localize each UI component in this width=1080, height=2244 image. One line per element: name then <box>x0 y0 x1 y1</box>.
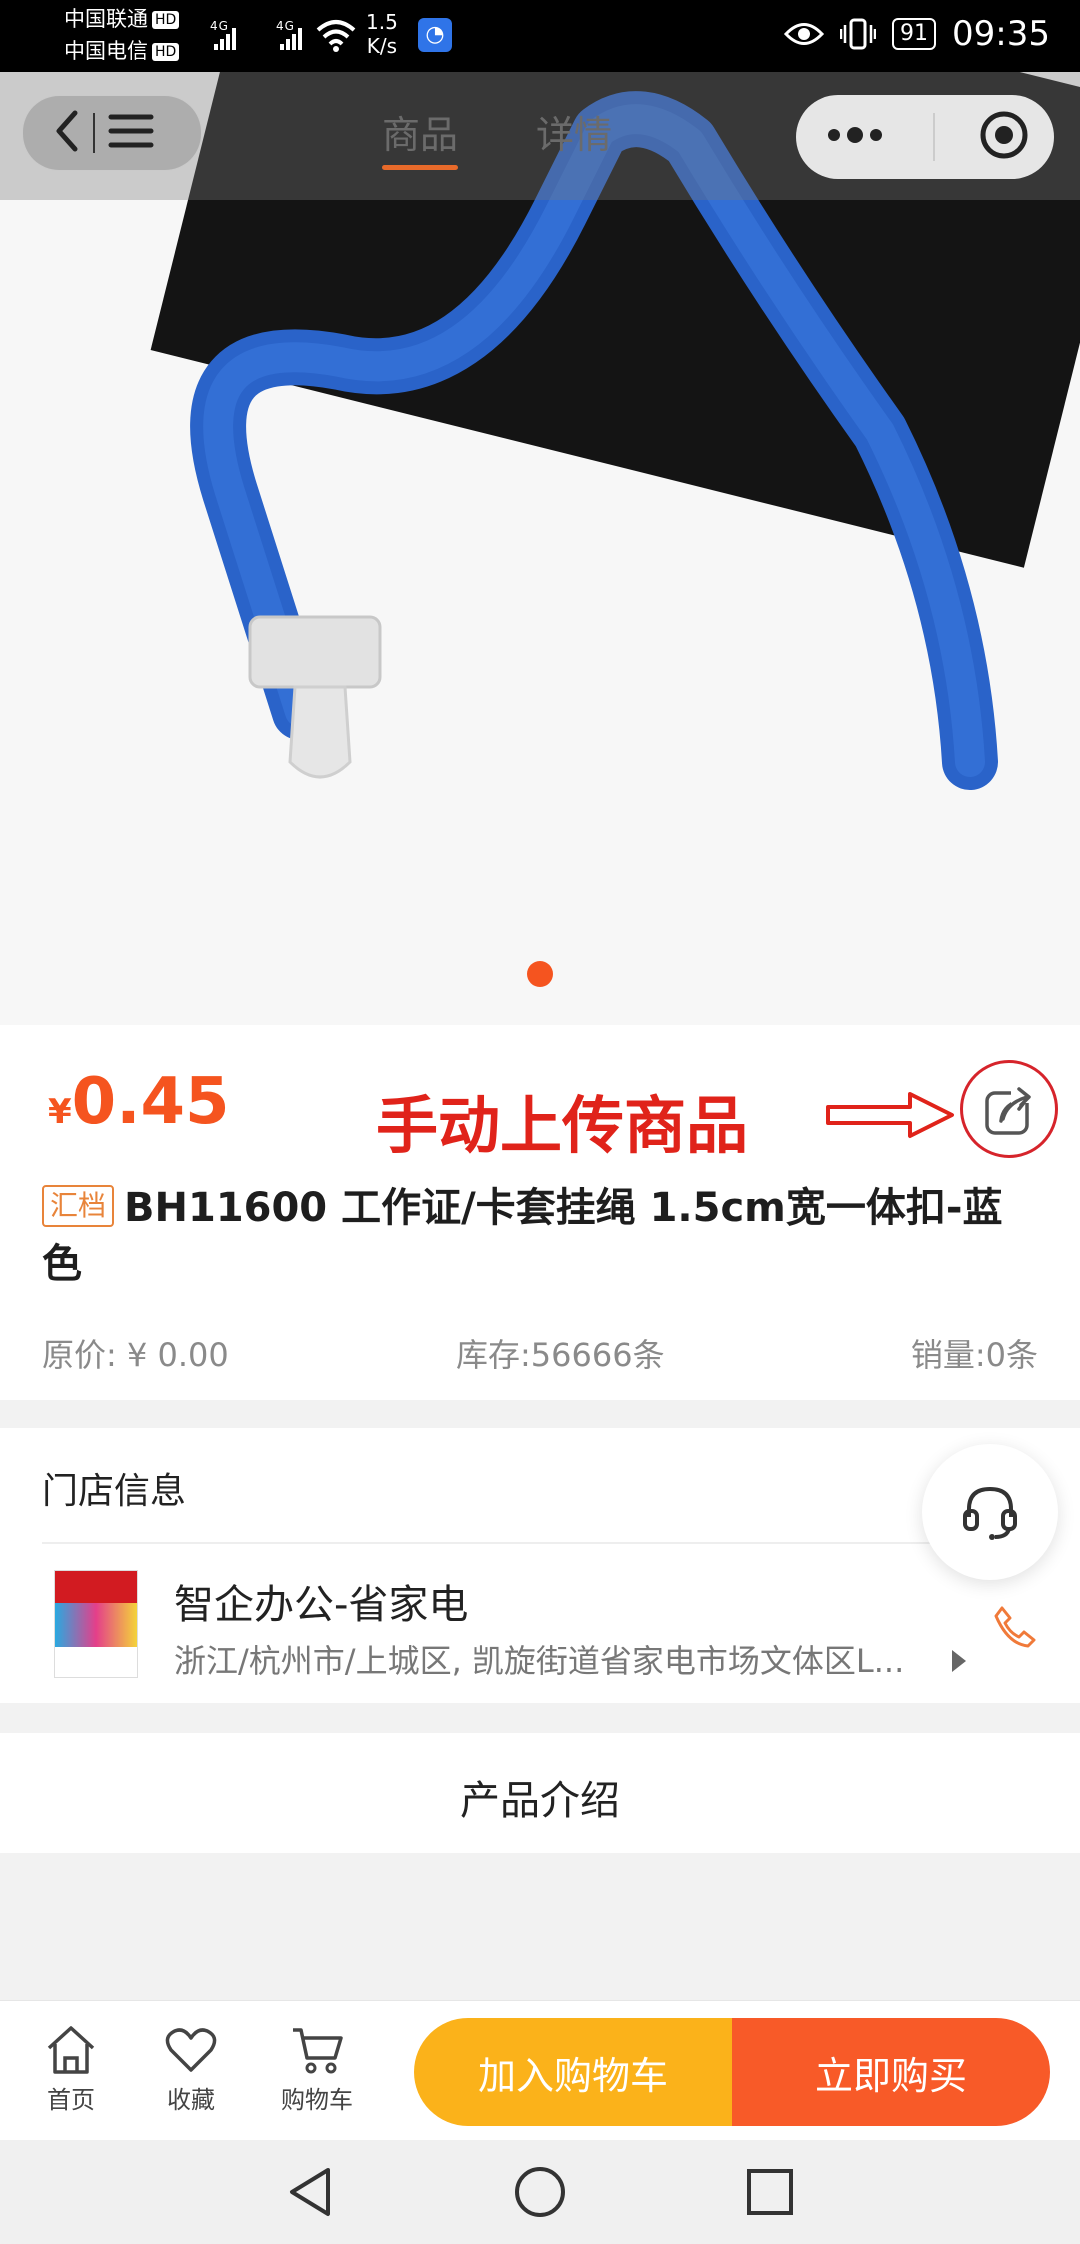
menu-button[interactable] <box>107 111 155 155</box>
carrier-2-label: 中国电信 <box>64 39 148 63</box>
product-title-text: BH11600 工作证/卡套挂绳 1.5cm宽一体扣-蓝色 <box>42 1185 1003 1287</box>
share-icon <box>985 1085 1035 1135</box>
caret-right-icon[interactable] <box>952 1650 966 1672</box>
more-options-button[interactable] <box>820 125 890 149</box>
home-icon <box>47 2026 95 2074</box>
app-notification-icon: ◔ <box>418 18 452 52</box>
nav-favorite[interactable]: 收藏 <box>146 2024 236 2115</box>
carrier-2: 中国电信 HD <box>64 36 180 66</box>
archive-tag: 汇档 <box>42 1185 115 1227</box>
add-to-cart-button[interactable]: 加入购物车 <box>414 2018 732 2126</box>
capsule-divider <box>933 113 935 161</box>
vibrate-icon <box>840 18 877 50</box>
sales-count: 销量:0条 <box>910 1336 1038 1374</box>
nav-cart[interactable]: 购物车 <box>272 2024 362 2115</box>
product-image-carousel[interactable] <box>0 72 1080 1025</box>
eye-icon <box>784 23 825 45</box>
annotation-arrow <box>826 1090 956 1144</box>
status-bar: 中国联通 HD 中国电信 HD 4G 4G 1.5 K/s ◔ 91 09:35 <box>0 0 1080 72</box>
product-intro-title: 产品介绍 <box>460 1778 620 1824</box>
call-store-button[interactable] <box>992 1604 1038 1654</box>
target-icon <box>980 111 1028 159</box>
customer-service-button[interactable] <box>922 1444 1058 1580</box>
hamburger-icon <box>108 114 154 148</box>
product-price: ¥0.45 <box>48 1065 230 1139</box>
system-home-button[interactable] <box>512 2164 568 2224</box>
svg-text:4G: 4G <box>210 19 229 33</box>
store-logo[interactable] <box>54 1570 138 1678</box>
manual-upload-annotation: 手动上传商品 <box>376 1089 749 1162</box>
phone-icon <box>994 1606 1036 1648</box>
close-miniapp-button[interactable] <box>978 109 1030 165</box>
store-section-title: 门店信息 <box>42 1471 187 1512</box>
nav-cart-label: 购物车 <box>281 2086 353 2114</box>
triangle-back-icon <box>290 2168 330 2216</box>
circle-home-icon <box>515 2167 565 2217</box>
system-back-button[interactable] <box>284 2164 336 2224</box>
svg-text:4G: 4G <box>276 19 295 33</box>
nav-favorite-label: 收藏 <box>167 2086 215 2114</box>
status-right: 91 09:35 <box>784 14 1050 54</box>
nav-capsule-left <box>22 95 202 171</box>
original-price: 原价: ¥ 0.00 <box>42 1336 229 1374</box>
capsule-divider <box>93 113 95 153</box>
lanyard-illustration <box>190 91 998 790</box>
divider <box>42 1542 1036 1544</box>
headset-icon <box>963 1486 1017 1540</box>
carousel-indicator-dot[interactable] <box>527 961 553 987</box>
buy-now-button[interactable]: 立即购买 <box>732 2018 1050 2126</box>
more-dots-icon <box>828 127 882 143</box>
speed-unit: K/s <box>366 34 398 58</box>
battery-indicator: 91 <box>892 18 937 50</box>
cart-icon <box>293 2028 343 2074</box>
price-value: 0.45 <box>71 1065 230 1139</box>
stock-count: 库存:56666条 <box>456 1336 665 1374</box>
square-recents-icon <box>747 2169 793 2215</box>
speed-value: 1.5 <box>366 10 398 34</box>
arrow-right-icon <box>826 1092 954 1138</box>
store-address[interactable]: 浙江/杭州市/上城区, 凯旋街道省家电市场文体区L... <box>174 1636 934 1682</box>
back-button[interactable] <box>53 109 81 157</box>
currency-symbol: ¥ <box>48 1092 72 1132</box>
hd-badge: HD <box>152 43 180 61</box>
tab-product[interactable]: 商品 <box>382 104 458 170</box>
share-button[interactable] <box>960 1060 1058 1158</box>
network-speed: 1.5 K/s <box>366 10 398 58</box>
clock: 09:35 <box>952 14 1050 54</box>
product-title: 汇档 BH11600 工作证/卡套挂绳 1.5cm宽一体扣-蓝色 <box>42 1180 1042 1292</box>
nav-home[interactable]: 首页 <box>26 2024 116 2115</box>
nav-home-label: 首页 <box>47 2086 95 2114</box>
store-name[interactable]: 智企办公-省家电 <box>174 1572 468 1630</box>
miniapp-capsule <box>796 95 1054 179</box>
system-recents-button[interactable] <box>744 2166 796 2222</box>
tab-details[interactable]: 详情 <box>536 104 612 159</box>
hd-badge: HD <box>152 11 180 29</box>
carrier-1: 中国联通 HD <box>64 4 180 34</box>
wifi-icon <box>316 18 356 56</box>
carrier-1-label: 中国联通 <box>64 7 148 31</box>
heart-icon <box>165 2028 217 2072</box>
chevron-left-icon <box>56 110 78 152</box>
